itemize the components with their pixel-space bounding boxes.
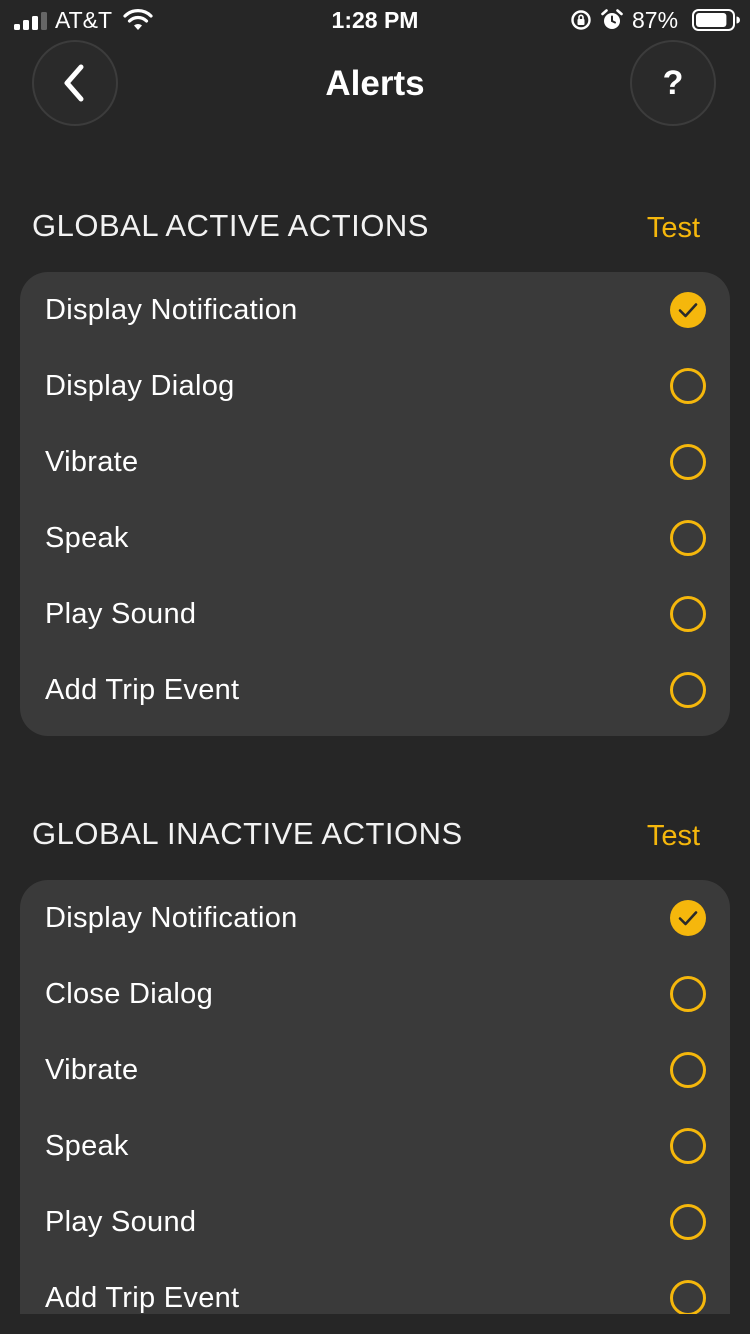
section-header-inactive: GLOBAL INACTIVE ACTIONS Test (32, 812, 700, 856)
radio-circle-icon[interactable] (669, 519, 707, 557)
test-button-inactive[interactable]: Test (647, 814, 700, 858)
list-item-label: Add Trip Event (45, 674, 240, 706)
list-item[interactable]: Vibrate (20, 1032, 730, 1108)
test-button-active[interactable]: Test (647, 206, 700, 250)
list-item-label: Speak (45, 1130, 129, 1162)
radio-circle-icon[interactable] (669, 367, 707, 405)
list-item[interactable]: Add Trip Event (20, 1260, 730, 1314)
list-item-label: Display Dialog (45, 370, 235, 402)
section-title-inactive: GLOBAL INACTIVE ACTIONS (32, 816, 463, 851)
radio-circle-icon[interactable] (669, 443, 707, 481)
list-item[interactable]: Close Dialog (20, 956, 730, 1032)
section-title-active: GLOBAL ACTIVE ACTIONS (32, 208, 429, 243)
section-header-active: GLOBAL ACTIVE ACTIONS Test (32, 204, 700, 248)
list-item[interactable]: Display Notification (20, 880, 730, 956)
checkmark-circle-icon[interactable] (669, 899, 707, 937)
radio-circle-icon[interactable] (669, 671, 707, 709)
radio-circle-icon[interactable] (669, 595, 707, 633)
list-item-label: Speak (45, 522, 129, 554)
list-item[interactable]: Play Sound (20, 1184, 730, 1260)
radio-circle-icon[interactable] (669, 1279, 707, 1314)
help-icon: ? (662, 64, 684, 102)
list-item-label: Play Sound (45, 598, 197, 630)
checkmark-circle-icon[interactable] (669, 291, 707, 329)
list-item-label: Add Trip Event (45, 1282, 240, 1314)
list-item[interactable]: Speak (20, 500, 730, 576)
inactive-actions-list: Display Notification Close Dialog Vibrat… (20, 880, 730, 1314)
help-button[interactable]: ? (630, 40, 716, 126)
list-item-label: Display Notification (45, 902, 298, 934)
list-item-label: Vibrate (45, 1054, 139, 1086)
battery-percent: 87% (632, 7, 679, 33)
list-item[interactable]: Add Trip Event (20, 652, 730, 728)
list-item[interactable]: Display Notification (20, 272, 730, 348)
alarm-icon (601, 9, 623, 29)
battery-icon (692, 9, 740, 31)
list-item-label: Vibrate (45, 446, 139, 478)
radio-circle-icon[interactable] (669, 1051, 707, 1089)
active-actions-list: Display Notification Display Dialog Vibr… (20, 272, 730, 736)
rotation-lock-icon (571, 10, 591, 30)
list-item[interactable]: Play Sound (20, 576, 730, 652)
radio-circle-icon[interactable] (669, 1127, 707, 1165)
list-item[interactable]: Speak (20, 1108, 730, 1184)
list-item[interactable]: Display Dialog (20, 348, 730, 424)
radio-circle-icon[interactable] (669, 975, 707, 1013)
status-bar: AT&T 1:28 PM 87% (0, 0, 750, 40)
list-item-label: Close Dialog (45, 978, 214, 1010)
radio-circle-icon[interactable] (669, 1203, 707, 1241)
list-item-label: Play Sound (45, 1206, 197, 1238)
list-item-label: Display Notification (45, 294, 298, 326)
list-item[interactable]: Vibrate (20, 424, 730, 500)
